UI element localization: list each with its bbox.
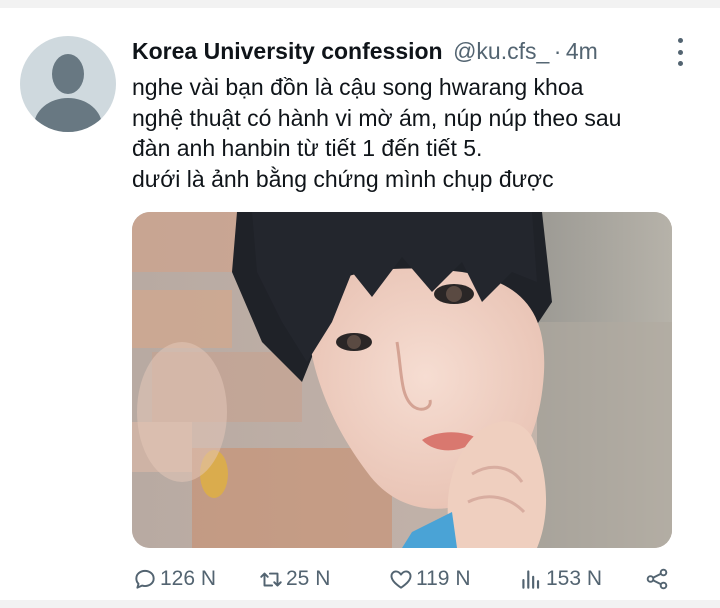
share-icon xyxy=(646,568,668,590)
views-button[interactable]: 153 N xyxy=(518,564,602,594)
share-button[interactable] xyxy=(644,564,672,594)
like-button[interactable]: 119 N xyxy=(388,564,470,594)
heart-icon xyxy=(390,570,412,589)
avatar-default-head xyxy=(52,54,84,94)
more-vertical-icon[interactable] xyxy=(668,38,692,66)
retweet-button[interactable]: 25 N xyxy=(258,564,330,594)
tweet-card[interactable]: Korea University confession @ku.cfs_ · 4… xyxy=(0,8,720,600)
tweet-actions: 126 N 25 N 119 N 153 N xyxy=(132,564,682,594)
reply-icon xyxy=(135,569,155,589)
views-count: 153 N xyxy=(546,567,603,590)
retweet-icon xyxy=(260,572,282,587)
divider xyxy=(0,600,720,608)
tweet-text-line: đàn anh hanbin từ tiết 1 đến tiết 5. xyxy=(132,135,483,161)
retweet-count: 25 N xyxy=(286,567,331,590)
views-icon xyxy=(522,570,540,589)
tweet-time[interactable]: 4m xyxy=(566,38,598,64)
avatar-default-body xyxy=(34,98,102,132)
avatar[interactable] xyxy=(20,36,116,132)
separator-dot: · xyxy=(553,38,562,64)
tweet-text-line: nghe vài bạn đồn là cậu song hwarang kho… xyxy=(132,74,584,100)
author-name[interactable]: Korea University confession xyxy=(132,38,443,64)
like-count: 119 N xyxy=(416,567,471,590)
tweet-text: nghe vài bạn đồn là cậu song hwarang kho… xyxy=(132,72,692,194)
reply-button[interactable]: 126 N xyxy=(132,564,216,594)
tweet-header: Korea University confession @ku.cfs_ · 4… xyxy=(132,38,670,68)
reply-count: 126 N xyxy=(160,567,217,590)
tweet-text-line: dưới là ảnh bằng chứng mình chụp được xyxy=(132,165,554,192)
photo-illustration xyxy=(132,212,672,548)
tweet-photo[interactable] xyxy=(132,212,672,548)
tweet-text-line: nghệ thuật có hành vi mờ ám, núp núp the… xyxy=(132,104,622,131)
author-handle[interactable]: @ku.cfs_ xyxy=(453,38,549,64)
